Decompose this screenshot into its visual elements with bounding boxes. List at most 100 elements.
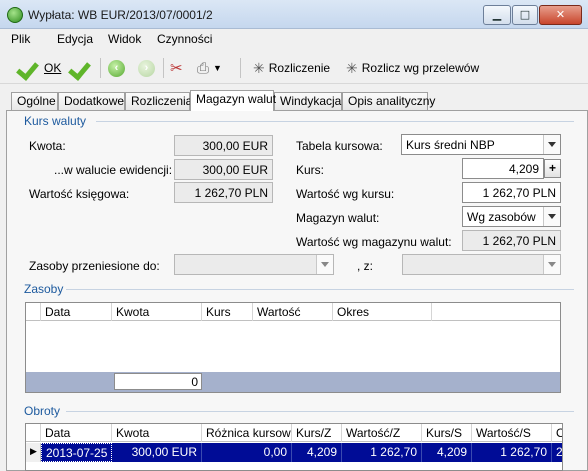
close-button[interactable]: ✕ xyxy=(539,5,582,25)
tab-rozliczenia[interactable]: Rozliczenia xyxy=(125,92,192,110)
rozliczenie-button[interactable]: ✳ Rozliczenie xyxy=(253,55,330,81)
tabela-kursowa-select[interactable]: Kurs średni NBP xyxy=(401,134,561,155)
menu-widok[interactable]: Widok xyxy=(108,32,141,46)
previous-button[interactable]: ‹ xyxy=(108,55,125,81)
z-select[interactable] xyxy=(402,254,561,275)
row-indicator-header xyxy=(26,424,41,442)
obroty-grid[interactable]: Data Kwota Różnica kursow Kurs/Z Wartość… xyxy=(25,423,563,471)
checkmark-icon xyxy=(18,57,40,79)
section-divider xyxy=(66,289,574,290)
cell-o[interactable]: 2 xyxy=(552,443,562,462)
cell-wartosc-s[interactable]: 1 262,70 xyxy=(472,443,552,462)
kurs-label: Kurs: xyxy=(296,163,325,177)
chevron-down-icon[interactable] xyxy=(543,207,560,226)
ok-label: OK xyxy=(44,61,62,75)
cell-kurs-s[interactable]: 4,209 xyxy=(422,443,472,462)
toolbar-separator xyxy=(240,58,241,78)
title-bar: Wypłata: WB EUR/2013/07/0001/2 ▁ □ ✕ xyxy=(0,0,588,29)
zasoby-przeniesione-select[interactable] xyxy=(174,254,334,275)
wartosc-magazynu-label: Wartość wg magazynu walut: xyxy=(296,235,452,249)
maximize-button[interactable]: □ xyxy=(512,5,538,25)
tab-windykacja[interactable]: Windykacja xyxy=(274,92,342,110)
ok-button[interactable]: OK xyxy=(18,55,61,81)
column-header[interactable]: O xyxy=(552,424,562,442)
printer-icon: ⎙ xyxy=(197,59,210,77)
arrow-right-icon: › xyxy=(138,59,155,77)
column-header[interactable]: Kwota xyxy=(112,303,202,321)
obroty-grid-header: Data Kwota Różnica kursow Kurs/Z Wartość… xyxy=(26,424,562,442)
minimize-icon: ▁ xyxy=(492,8,502,21)
section-divider xyxy=(96,121,574,122)
rozlicz-przelewow-label: Rozlicz wg przelewów xyxy=(361,61,480,75)
toolbar-separator xyxy=(100,58,101,78)
column-header[interactable]: Kurs/Z xyxy=(292,424,342,442)
tools-button[interactable]: ✂ xyxy=(170,55,183,81)
minimize-button[interactable]: ▁ xyxy=(483,5,511,25)
chevron-down-icon[interactable] xyxy=(543,255,560,274)
column-header[interactable]: Wartość xyxy=(253,303,333,321)
wand-icon: ✳ xyxy=(346,59,358,76)
menu-czynnosci[interactable]: Czynności xyxy=(157,32,212,46)
app-icon xyxy=(7,7,23,23)
window-title: Wypłata: WB EUR/2013/07/0001/2 xyxy=(28,8,213,22)
section-obroty: Obroty xyxy=(24,404,61,418)
row-pointer-icon: ▶ xyxy=(26,443,41,462)
kurs-input[interactable]: 4,209 xyxy=(462,158,544,179)
tab-dodatkowe[interactable]: Dodatkowe xyxy=(58,92,125,110)
save-and-new-button[interactable] xyxy=(70,55,92,81)
zasoby-grid-header: Data Kwota Kurs Wartość Okres xyxy=(26,303,560,321)
tab-ogolne[interactable]: Ogólne xyxy=(11,92,58,110)
column-header[interactable]: Różnica kursow xyxy=(202,424,292,442)
zasoby-przeniesione-label: Zasoby przeniesione do: xyxy=(29,259,160,273)
menu-edycja[interactable]: Edycja xyxy=(57,32,93,46)
cell-kurs-z[interactable]: 4,209 xyxy=(292,443,342,462)
zasoby-grid-footer: 0 xyxy=(26,372,560,392)
kurs-plus-button[interactable]: + xyxy=(544,159,561,178)
cell-wartosc-z[interactable]: 1 262,70 xyxy=(342,443,422,462)
toolbar: OK ‹ › ✂ ⎙ ▼ ✳ Rozliczenie ✳ Rozlicz wg … xyxy=(0,52,588,84)
wartosc-ksiegowa-value: 1 262,70 PLN xyxy=(174,182,273,203)
column-header[interactable]: Data xyxy=(41,303,112,321)
next-button[interactable]: › xyxy=(138,55,155,81)
magazyn-walut-select[interactable]: Wg zasobów xyxy=(462,206,561,227)
row-indicator-header xyxy=(26,303,41,321)
column-header[interactable]: Okres xyxy=(333,303,432,321)
tab-magazyn-walut[interactable]: Magazyn walut xyxy=(190,90,276,111)
zasoby-grid[interactable]: Data Kwota Kurs Wartość Okres 0 xyxy=(25,302,561,393)
magazyn-walut-label: Magazyn walut: xyxy=(296,211,380,225)
chevron-down-icon[interactable] xyxy=(543,135,560,154)
wartosc-wg-kursu-label: Wartość wg kursu: xyxy=(296,187,395,201)
table-row[interactable]: ▶ 2013-07-25 300,00 EUR 0,00 4,209 1 262… xyxy=(26,443,562,462)
tab-opis-analityczny[interactable]: Opis analityczny xyxy=(342,92,435,110)
column-header[interactable]: Kurs xyxy=(202,303,253,321)
zasoby-total: 0 xyxy=(114,373,202,390)
section-kurs-waluty: Kurs waluty xyxy=(24,114,87,128)
column-header[interactable]: Wartość/S xyxy=(472,424,552,442)
chevron-down-icon[interactable] xyxy=(316,255,333,274)
z-label: , z: xyxy=(357,259,374,273)
kwota-value: 300,00 EUR xyxy=(174,135,273,156)
tab-strip: Ogólne Dodatkowe Rozliczenia Magazyn wal… xyxy=(0,90,588,111)
column-header[interactable]: Wartość/Z xyxy=(342,424,422,442)
close-icon: ✕ xyxy=(555,8,566,21)
menu-plik[interactable]: Plik xyxy=(11,32,30,46)
wartosc-wg-kursu-input[interactable]: 1 262,70 PLN xyxy=(462,182,561,203)
column-header[interactable]: Kwota xyxy=(112,424,202,442)
print-button[interactable]: ⎙ ▼ xyxy=(197,55,222,81)
cell-roznica[interactable]: 0,00 xyxy=(202,443,292,462)
ewidencji-label: ...w walucie ewidencji: xyxy=(54,163,173,177)
magazyn-walut-value: Wg zasobów xyxy=(467,210,536,224)
tabela-kursowa-label: Tabela kursowa: xyxy=(296,139,383,153)
cell-kwota[interactable]: 300,00 EUR xyxy=(112,443,202,462)
ewidencji-value: 300,00 EUR xyxy=(174,159,273,180)
column-header[interactable]: Kurs/S xyxy=(422,424,472,442)
wartosc-ksiegowa-label: Wartość księgowa: xyxy=(29,187,130,201)
payment-window: Wypłata: WB EUR/2013/07/0001/2 ▁ □ ✕ Pli… xyxy=(0,0,588,471)
cell-data[interactable]: 2013-07-25 xyxy=(41,443,112,462)
tabela-kursowa-value: Kurs średni NBP xyxy=(406,138,495,152)
tools-icon: ✂ xyxy=(170,60,183,77)
checkmark-plus-icon xyxy=(70,57,92,79)
rozlicz-przelewow-button[interactable]: ✳ Rozlicz wg przelewów xyxy=(346,55,479,81)
column-header[interactable]: Data xyxy=(41,424,112,442)
section-divider xyxy=(66,411,574,412)
